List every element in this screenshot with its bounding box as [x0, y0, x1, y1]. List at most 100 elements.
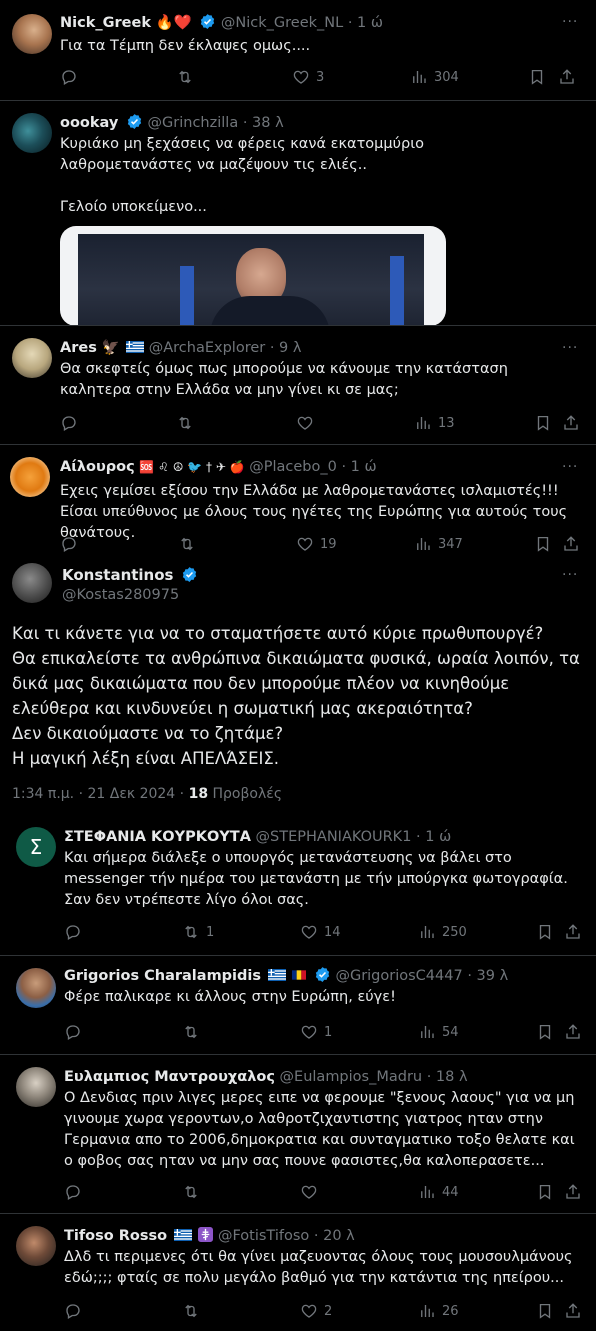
views-button[interactable]: 44	[418, 1183, 459, 1201]
avatar[interactable]	[10, 457, 50, 497]
share-button[interactable]	[562, 535, 580, 553]
like-button[interactable]: 2	[300, 1302, 332, 1320]
timestamp[interactable]: · 38 λ	[243, 115, 284, 131]
author-name[interactable]: ΣΤΕΦΑΝΙΑ ΚΟΥΡΚΟΥΤΑ	[64, 829, 251, 845]
reply-eulampios[interactable]: Ευλαμπιος Μαντρουχαλος @Eulampios_Madru …	[0, 1055, 596, 1213]
reply-grigorios[interactable]: Grigorios Charalampidis @GrigoriosC4447 …	[0, 956, 596, 1054]
views-button[interactable]: 304	[410, 68, 459, 86]
tweet-nick-greek[interactable]: Nick_Greek 🔥❤️ @Nick_Greek_NL · 1 ώ ··· …	[0, 0, 596, 100]
author-name[interactable]: Tifoso Rosso	[64, 1228, 167, 1244]
share-icon	[564, 1023, 582, 1041]
retweet-button[interactable]	[178, 535, 196, 553]
author-name[interactable]: Konstantinos	[62, 566, 173, 584]
avatar[interactable]	[12, 563, 52, 603]
share-button[interactable]	[564, 923, 582, 941]
reply-button[interactable]	[60, 68, 78, 86]
reply-stefania[interactable]: Σ ΣΤΕΦΑΝΙΑ ΚΟΥΡΚΟΥΤΑ @STEPHANIAKOURK1 · …	[0, 815, 596, 955]
share-button[interactable]	[564, 1302, 582, 1320]
more-options-icon[interactable]: ···	[562, 340, 578, 356]
views-icon	[418, 1302, 436, 1320]
bookmark-button[interactable]	[536, 923, 554, 941]
like-button[interactable]: 14	[300, 923, 341, 941]
avatar[interactable]	[12, 14, 52, 54]
author-name[interactable]: Ευλαμπιος Μαντρουχαλος	[64, 1069, 275, 1085]
views-button[interactable]: 347	[414, 535, 463, 553]
timestamp[interactable]: · 1 ώ	[341, 459, 376, 475]
bookmark-button[interactable]	[528, 68, 546, 86]
retweet-icon	[176, 68, 194, 86]
bookmark-button[interactable]	[536, 1302, 554, 1320]
author-name[interactable]: oookay	[60, 115, 118, 131]
avatar[interactable]	[12, 113, 52, 153]
author-name[interactable]: Grigorios Charalampidis	[64, 968, 261, 984]
timestamp[interactable]: · 18 λ	[427, 1069, 468, 1085]
views-button[interactable]: 54	[418, 1023, 459, 1041]
reply-button[interactable]	[60, 535, 78, 553]
greek-flag-icon	[267, 969, 286, 981]
author-handle[interactable]: @STEPHANIAKOURK1	[256, 829, 412, 845]
share-button[interactable]	[564, 1023, 582, 1041]
reply-button[interactable]	[64, 1183, 82, 1201]
author-handle[interactable]: @Kostas280975	[62, 585, 179, 605]
avatar[interactable]	[12, 338, 52, 378]
avatar[interactable]	[16, 968, 56, 1008]
timestamp[interactable]: · 1 ώ	[348, 15, 383, 31]
author-name[interactable]: Αίλουρος	[60, 459, 135, 475]
more-options-icon[interactable]: ···	[562, 14, 578, 30]
author-handle[interactable]: @Placebo_0	[249, 459, 337, 475]
author-handle[interactable]: @GrigoriosC4447	[335, 968, 462, 984]
share-button[interactable]	[558, 68, 576, 86]
author-handle[interactable]: @Nick_Greek_NL	[221, 15, 343, 31]
timestamp[interactable]: · 20 λ	[314, 1228, 355, 1244]
views-button[interactable]: 13	[414, 414, 455, 432]
like-button[interactable]: 19	[296, 535, 337, 553]
author-handle[interactable]: @ArchaExplorer	[149, 340, 265, 356]
reply-button[interactable]	[64, 1302, 82, 1320]
author-name[interactable]: Ares	[60, 340, 97, 356]
tweet-media-image[interactable]	[60, 226, 446, 325]
main-text-line: Δεν δικαιούμαστε να το ζητάμε?	[12, 724, 284, 743]
share-icon	[562, 535, 580, 553]
author-name[interactable]: Nick_Greek	[60, 15, 151, 31]
bookmark-button[interactable]	[536, 1023, 554, 1041]
avatar[interactable]	[16, 1226, 56, 1266]
like-button[interactable]	[296, 414, 314, 432]
like-button[interactable]: 1	[300, 1023, 332, 1041]
avatar[interactable]	[16, 1067, 56, 1107]
timestamp[interactable]: · 1 ώ	[416, 829, 451, 845]
retweet-button[interactable]: 1	[182, 923, 214, 941]
reply-button[interactable]	[64, 923, 82, 941]
tweet-ares[interactable]: Ares 🦅 @ArchaExplorer · 9 λ ··· Θα σκεφτ…	[0, 326, 596, 444]
author-handle[interactable]: @FotisTifoso	[218, 1228, 309, 1244]
views-label: Προβολές	[212, 786, 283, 802]
more-options-icon[interactable]: ···	[562, 459, 578, 475]
more-options-icon[interactable]: ···	[562, 567, 578, 583]
like-icon	[300, 923, 318, 941]
like-button[interactable]: 3	[292, 68, 324, 86]
reply-icon	[60, 414, 78, 432]
retweet-button[interactable]	[182, 1183, 200, 1201]
like-button[interactable]	[300, 1183, 318, 1201]
avatar[interactable]: Σ	[16, 827, 56, 867]
timestamp[interactable]: · 9 λ	[270, 340, 302, 356]
reply-button[interactable]	[64, 1023, 82, 1041]
retweet-button[interactable]	[176, 68, 194, 86]
share-button[interactable]	[564, 1183, 582, 1201]
tweet-timestamp[interactable]: 1:34 π.μ. · 21 Δεκ 2024 ·	[12, 786, 184, 802]
views-button[interactable]: 26	[418, 1302, 459, 1320]
tweet-ailouros[interactable]: Αίλουρος 🆘 ♌ ☮ 🐦 † ✈ 🍎 @Placebo_0 · 1 ώ …	[0, 445, 596, 557]
reply-tifoso[interactable]: Tifoso Rosso @FotisTifoso · 20 λ Δλδ τι …	[0, 1214, 596, 1331]
bookmark-button[interactable]	[536, 1183, 554, 1201]
retweet-button[interactable]	[176, 414, 194, 432]
bookmark-button[interactable]	[534, 414, 552, 432]
author-handle[interactable]: @Grinchzilla	[148, 115, 239, 131]
bookmark-button[interactable]	[534, 535, 552, 553]
retweet-button[interactable]	[182, 1302, 200, 1320]
tweet-oookay[interactable]: oookay @Grinchzilla · 38 λ Κυριάκο μη ξε…	[0, 101, 596, 325]
retweet-button[interactable]	[182, 1023, 200, 1041]
timestamp[interactable]: · 39 λ	[467, 968, 508, 984]
author-handle[interactable]: @Eulampios_Madru	[280, 1069, 423, 1085]
reply-button[interactable]	[60, 414, 78, 432]
views-button[interactable]: 250	[418, 923, 467, 941]
share-button[interactable]	[562, 414, 580, 432]
